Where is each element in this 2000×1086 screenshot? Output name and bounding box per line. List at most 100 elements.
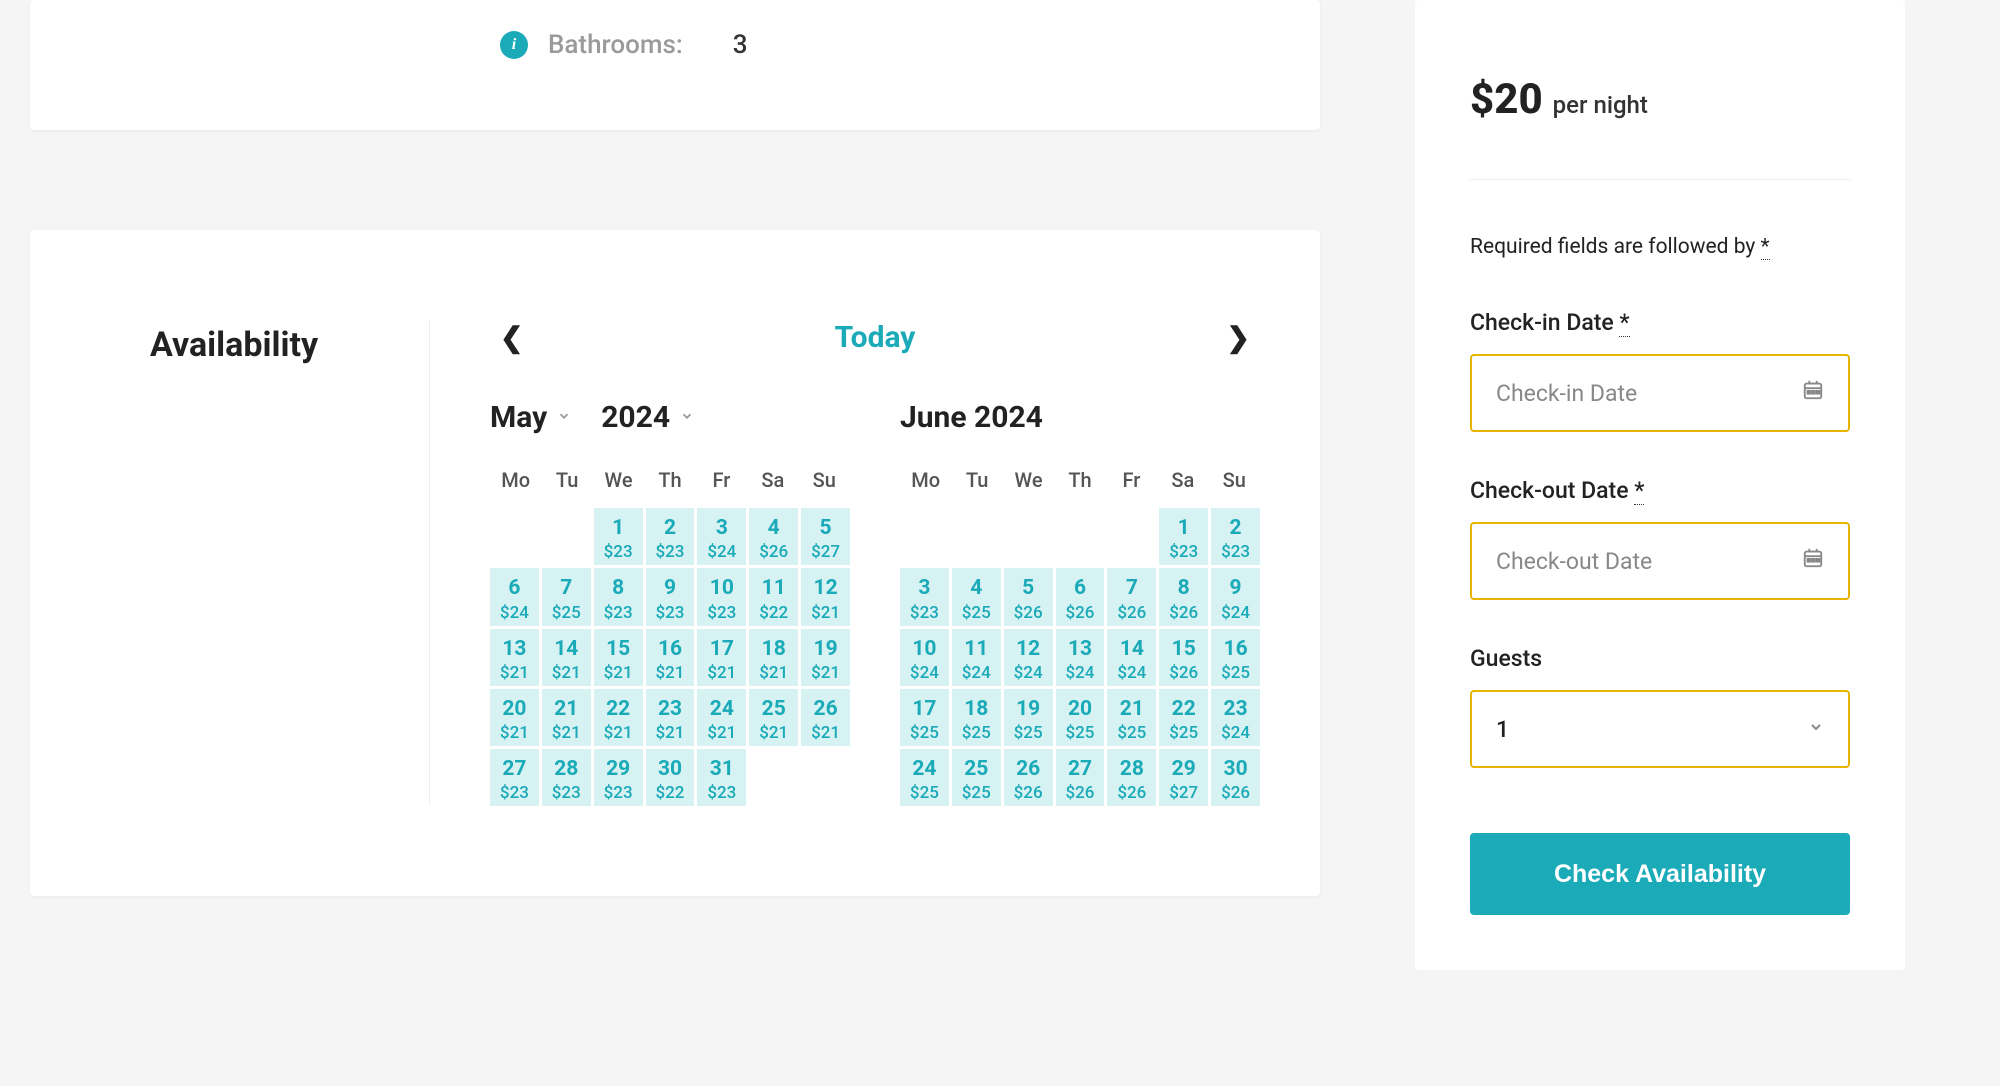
calendar-date[interactable]: 28$26 (1107, 749, 1156, 806)
calendar-date[interactable]: 30$26 (1211, 749, 1260, 806)
calendar-today-link[interactable]: Today (835, 320, 916, 355)
calendar-date[interactable]: 2$23 (1211, 508, 1260, 565)
date-price: $21 (801, 603, 850, 623)
calendar-date[interactable]: 29$27 (1159, 749, 1208, 806)
calendar-date[interactable]: 15$26 (1159, 629, 1208, 686)
date-number: 24 (697, 696, 746, 723)
calendar-date[interactable]: 30$22 (646, 749, 695, 806)
calendar-date[interactable]: 20$21 (490, 689, 539, 746)
date-price: $24 (1107, 663, 1156, 683)
calendar-date[interactable]: 24$25 (900, 749, 949, 806)
calendar-date[interactable]: 29$23 (594, 749, 643, 806)
calendar-date[interactable]: 27$23 (490, 749, 539, 806)
calendar-date[interactable]: 7$26 (1107, 568, 1156, 625)
calendar-date[interactable]: 3$23 (900, 568, 949, 625)
calendar-date[interactable]: 9$23 (646, 568, 695, 625)
date-number: 6 (1056, 575, 1105, 602)
calendar-date[interactable]: 26$26 (1004, 749, 1053, 806)
date-price: $21 (749, 723, 798, 743)
calendar-date[interactable]: 4$26 (749, 508, 798, 565)
calendar-date[interactable]: 17$21 (697, 629, 746, 686)
calendar-date[interactable]: 10$23 (697, 568, 746, 625)
calendar-date[interactable]: 19$25 (1004, 689, 1053, 746)
calendar-date[interactable]: 25$25 (952, 749, 1001, 806)
weekday-header: We (593, 460, 644, 500)
date-price: $24 (1211, 603, 1260, 623)
calendar-date[interactable]: 6$24 (490, 568, 539, 625)
calendar-date[interactable]: 1$23 (594, 508, 643, 565)
calendar-prev-button[interactable]: ❮ (500, 321, 523, 354)
calendar-date[interactable]: 13$24 (1056, 629, 1105, 686)
calendar-date[interactable]: 15$21 (594, 629, 643, 686)
date-number: 21 (542, 696, 591, 723)
month-select[interactable]: May (490, 400, 547, 435)
calendar-date[interactable]: 2$23 (646, 508, 695, 565)
calendar-date[interactable]: 24$21 (697, 689, 746, 746)
weekday-header: Mo (490, 460, 541, 500)
date-number: 28 (1107, 756, 1156, 783)
calendar-date[interactable]: 17$25 (900, 689, 949, 746)
date-number: 11 (952, 636, 1001, 663)
calendar-date[interactable]: 28$23 (542, 749, 591, 806)
chevron-down-icon[interactable] (557, 408, 571, 427)
calendar-date[interactable]: 27$26 (1056, 749, 1105, 806)
date-price: $23 (594, 783, 643, 803)
weekday-header: Su (799, 460, 850, 500)
calendar-date[interactable]: 14$24 (1107, 629, 1156, 686)
calendar-date[interactable]: 21$25 (1107, 689, 1156, 746)
guests-select[interactable]: 1 (1470, 690, 1850, 768)
calendar-date[interactable]: 8$26 (1159, 568, 1208, 625)
calendar-date[interactable]: 12$21 (801, 568, 850, 625)
calendar-icon (1802, 379, 1824, 407)
calendar-date[interactable]: 18$21 (749, 629, 798, 686)
calendar-date[interactable]: 7$25 (542, 568, 591, 625)
calendar-date[interactable]: 11$22 (749, 568, 798, 625)
calendar-date[interactable]: 16$21 (646, 629, 695, 686)
date-price: $23 (490, 783, 539, 803)
date-number: 26 (1004, 756, 1053, 783)
calendar-date[interactable]: 26$21 (801, 689, 850, 746)
calendar-date[interactable]: 11$24 (952, 629, 1001, 686)
calendar-date[interactable]: 9$24 (1211, 568, 1260, 625)
calendar-date[interactable]: 22$21 (594, 689, 643, 746)
checkin-date-input[interactable]: Check-in Date (1470, 354, 1850, 432)
calendar-date[interactable]: 31$23 (697, 749, 746, 806)
calendar-date[interactable]: 3$24 (697, 508, 746, 565)
calendar-date[interactable]: 8$23 (594, 568, 643, 625)
date-number: 12 (801, 575, 850, 602)
calendar-next-button[interactable]: ❯ (1227, 321, 1250, 354)
calendar-date[interactable]: 14$21 (542, 629, 591, 686)
date-number: 16 (646, 636, 695, 663)
date-number: 19 (801, 636, 850, 663)
calendar-date[interactable]: 19$21 (801, 629, 850, 686)
date-price: $21 (646, 663, 695, 683)
calendar-date[interactable]: 12$24 (1004, 629, 1053, 686)
calendar-date[interactable]: 13$21 (490, 629, 539, 686)
calendar-date[interactable]: 20$25 (1056, 689, 1105, 746)
calendar-date[interactable]: 23$21 (646, 689, 695, 746)
calendar-date[interactable]: 1$23 (1159, 508, 1208, 565)
chevron-down-icon[interactable] (680, 408, 694, 427)
checkout-placeholder: Check-out Date (1496, 548, 1652, 575)
calendar-date[interactable]: 25$21 (749, 689, 798, 746)
calendar-date[interactable]: 22$25 (1159, 689, 1208, 746)
calendar-date[interactable]: 6$26 (1056, 568, 1105, 625)
calendar-date[interactable]: 23$24 (1211, 689, 1260, 746)
chevron-down-icon (1808, 719, 1824, 740)
price-amount: $20 (1470, 75, 1543, 124)
year-select[interactable]: 2024 (601, 400, 670, 435)
calendar-date[interactable]: 4$25 (952, 568, 1001, 625)
calendar-date[interactable]: 16$25 (1211, 629, 1260, 686)
calendar-date[interactable]: 10$24 (900, 629, 949, 686)
calendar-date[interactable]: 21$21 (542, 689, 591, 746)
date-price: $21 (749, 663, 798, 683)
date-number: 3 (900, 575, 949, 602)
checkout-date-input[interactable]: Check-out Date (1470, 522, 1850, 600)
checkout-label: Check-out Date * (1470, 477, 1850, 504)
check-availability-button[interactable]: Check Availability (1470, 833, 1850, 915)
calendar-date[interactable]: 5$26 (1004, 568, 1053, 625)
calendar-date[interactable]: 5$27 (801, 508, 850, 565)
calendar-date[interactable]: 18$25 (952, 689, 1001, 746)
date-number: 21 (1107, 696, 1156, 723)
date-number: 8 (594, 575, 643, 602)
